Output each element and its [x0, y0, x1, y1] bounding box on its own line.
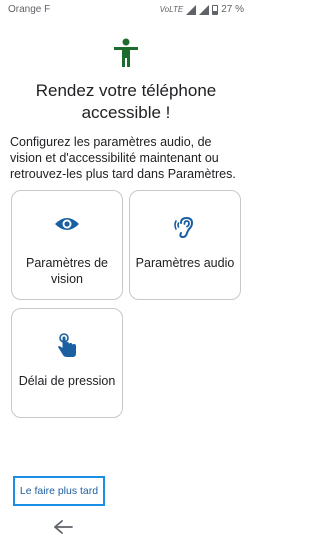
audio-settings-tile[interactable]: Paramètres audio	[129, 190, 241, 300]
battery-level: 27 %	[221, 4, 244, 15]
volte-icon: VoLTE	[159, 5, 184, 14]
touch-icon	[58, 333, 76, 357]
ear-icon	[174, 216, 194, 239]
carrier-label: Orange F	[8, 4, 51, 15]
vision-settings-tile[interactable]: Paramètres de vision	[11, 190, 123, 300]
eye-icon	[55, 218, 79, 230]
back-arrow-icon[interactable]	[52, 518, 74, 536]
wifi-signal-icon	[186, 4, 197, 15]
touch-delay-tile[interactable]: Délai de pression	[11, 308, 123, 418]
page-title: Rendez votre téléphone accessible !	[35, 81, 217, 122]
status-bar: Orange F VoLTE 27 %	[0, 0, 252, 22]
status-icons: VoLTE 27 %	[160, 4, 244, 15]
page-description: Configurez les paramètres audio, de visi…	[10, 135, 236, 181]
audio-settings-label: Paramètres audio	[135, 256, 235, 270]
vision-settings-label: Paramètres de vision	[26, 256, 108, 286]
later-button[interactable]: Le faire plus tard	[13, 476, 105, 506]
accessibility-icon	[114, 38, 138, 67]
battery-icon	[212, 4, 219, 15]
cell-signal-icon	[199, 4, 210, 15]
touch-delay-label: Délai de pression	[18, 374, 116, 388]
